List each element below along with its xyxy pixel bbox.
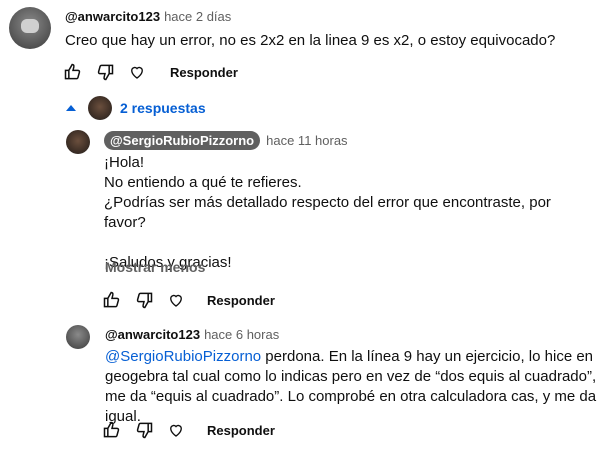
replies-count-label: 2 respuestas bbox=[120, 100, 206, 116]
reply-line: No entiendo a qué te refieres. bbox=[104, 174, 302, 191]
like-icon[interactable] bbox=[101, 289, 123, 311]
chevron-up-icon bbox=[66, 105, 76, 111]
reply-text: ¡Hola! No entiendo a qué te refieres. ¿P… bbox=[104, 153, 594, 273]
dislike-icon[interactable] bbox=[133, 419, 155, 441]
like-icon[interactable] bbox=[62, 61, 84, 83]
like-icon[interactable] bbox=[101, 419, 123, 441]
avatar bbox=[88, 96, 112, 120]
reply-line: ¡Hola! bbox=[104, 154, 145, 171]
heart-icon[interactable] bbox=[165, 289, 187, 311]
dislike-icon[interactable] bbox=[94, 61, 116, 83]
comment-text: Creo que hay un error, no es 2x2 en la l… bbox=[65, 32, 556, 49]
avatar[interactable] bbox=[66, 130, 90, 154]
dislike-icon[interactable] bbox=[133, 289, 155, 311]
reply-actions: Responder bbox=[101, 289, 275, 311]
creator-badge[interactable]: @SergioRubioPizzorno bbox=[104, 131, 261, 150]
reply-text: @SergioRubioPizzorno perdona. En la líne… bbox=[105, 347, 600, 427]
replies-toggle[interactable]: 2 respuestas bbox=[66, 96, 206, 120]
avatar[interactable] bbox=[66, 325, 90, 349]
heart-icon[interactable] bbox=[165, 419, 187, 441]
reply-button[interactable]: Responder bbox=[207, 423, 275, 438]
comment-actions: Responder bbox=[62, 61, 238, 83]
reply-button[interactable]: Responder bbox=[207, 293, 275, 308]
reply-line bbox=[104, 233, 594, 253]
reply-actions: Responder bbox=[101, 419, 275, 441]
comment-timestamp[interactable]: hace 2 días bbox=[164, 9, 231, 24]
reply-timestamp[interactable]: hace 11 horas bbox=[266, 133, 347, 148]
comment-author[interactable]: @anwarcito123 bbox=[65, 9, 160, 24]
reply-timestamp[interactable]: hace 6 horas bbox=[204, 327, 279, 342]
reply-author[interactable]: @anwarcito123 bbox=[105, 327, 200, 342]
mention-link[interactable]: @SergioRubioPizzorno bbox=[105, 348, 261, 365]
reply-line: ¿Podrías ser más detallado respecto del … bbox=[104, 194, 551, 231]
heart-icon[interactable] bbox=[126, 61, 148, 83]
show-less-button[interactable]: Mostrar menos bbox=[105, 259, 205, 275]
avatar[interactable] bbox=[9, 7, 51, 49]
reply-button[interactable]: Responder bbox=[170, 65, 238, 80]
